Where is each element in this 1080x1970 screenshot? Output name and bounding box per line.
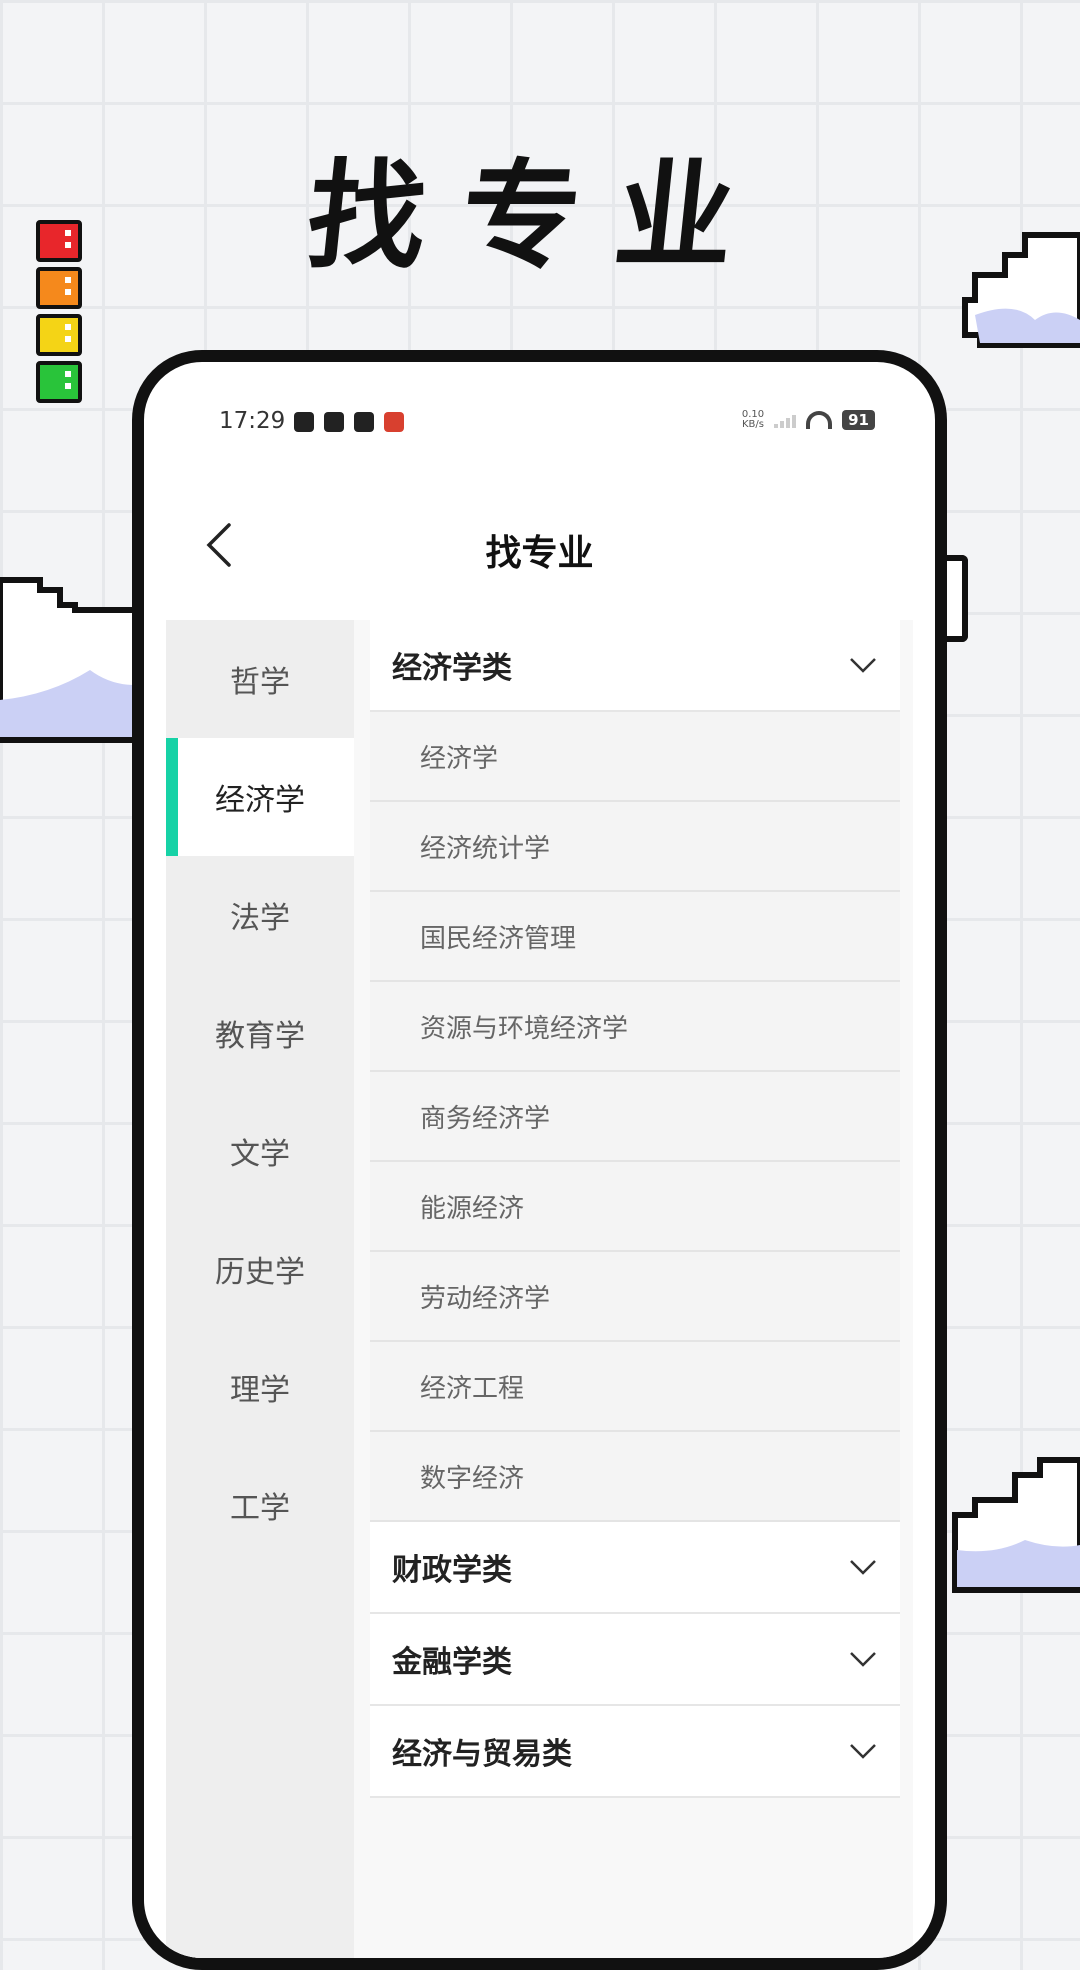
- cloud-icon: [0, 577, 135, 743]
- group-header-banking[interactable]: 金融学类: [370, 1614, 900, 1706]
- hero-title: 找专业: [300, 146, 778, 285]
- red-light-icon: [36, 220, 82, 262]
- category-item-science[interactable]: 理学: [166, 1328, 354, 1446]
- major-list: 经济学类 经济学 经济统计学 国民经济管理 资源与环境经济学 商务经济学 能源经…: [370, 620, 900, 1798]
- net-speed: 0.10 KB/s: [742, 410, 764, 430]
- category-label: 工学: [230, 1491, 290, 1526]
- video-app-icon: [294, 412, 314, 432]
- chevron-down-icon: [850, 658, 876, 673]
- cloud-icon: [952, 1457, 1080, 1593]
- page-title: 找专业: [485, 533, 594, 574]
- traffic-light-decoration: [36, 220, 82, 408]
- category-sidebar: 哲学 经济学 法学 教育学 文学 历史学 理学 工学: [166, 620, 354, 1958]
- group-title: 金融学类: [392, 1645, 512, 1680]
- major-item[interactable]: 数字经济: [370, 1432, 900, 1522]
- category-item-law[interactable]: 法学: [166, 856, 354, 974]
- major-item[interactable]: 经济工程: [370, 1342, 900, 1432]
- content-panel: 哲学 经济学 法学 教育学 文学 历史学 理学 工学 经济学类 经济学 经济统计…: [166, 620, 913, 1958]
- category-item-education[interactable]: 教育学: [166, 974, 354, 1092]
- group-header-trade[interactable]: 经济与贸易类: [370, 1706, 900, 1798]
- category-label: 教育学: [215, 1019, 305, 1054]
- chevron-down-icon: [850, 1560, 876, 1575]
- wifi-icon: [806, 411, 833, 429]
- major-item[interactable]: 商务经济学: [370, 1072, 900, 1162]
- link-app-icon: [354, 412, 374, 432]
- category-item-philosophy[interactable]: 哲学: [166, 620, 354, 738]
- green-light-icon: [36, 361, 82, 403]
- notification-icons: [294, 412, 404, 432]
- category-label: 历史学: [215, 1255, 305, 1290]
- phone-frame: 17:29 0.10 KB/s 91 找专业 哲学 经济学 法学 教育学 文学 …: [132, 350, 947, 1970]
- net-speed-unit: KB/s: [741, 419, 764, 430]
- category-label: 哲学: [230, 665, 290, 700]
- chat-app-icon: [384, 412, 404, 432]
- cloud-icon: [962, 232, 1080, 348]
- category-item-history[interactable]: 历史学: [166, 1210, 354, 1328]
- chevron-down-icon: [850, 1652, 876, 1667]
- category-item-literature[interactable]: 文学: [166, 1092, 354, 1210]
- chevron-down-icon: [850, 1744, 876, 1759]
- group-header-economics[interactable]: 经济学类: [370, 620, 900, 712]
- status-time: 17:29: [219, 408, 286, 434]
- major-item[interactable]: 国民经济管理: [370, 892, 900, 982]
- category-item-economics[interactable]: 经济学: [166, 738, 354, 856]
- category-label: 法学: [230, 901, 290, 936]
- message-app-icon: [324, 412, 344, 432]
- category-label: 经济学: [215, 783, 305, 818]
- group-title: 财政学类: [392, 1553, 512, 1588]
- group-header-finance[interactable]: 财政学类: [370, 1522, 900, 1614]
- battery-icon: 91: [842, 410, 875, 430]
- major-item[interactable]: 劳动经济学: [370, 1252, 900, 1342]
- category-label: 理学: [230, 1373, 290, 1408]
- group-title: 经济与贸易类: [392, 1737, 572, 1772]
- group-title: 经济学类: [392, 651, 512, 686]
- yellow-light-icon: [36, 314, 82, 356]
- nav-bar: 找专业: [144, 512, 935, 592]
- major-item[interactable]: 资源与环境经济学: [370, 982, 900, 1072]
- major-item[interactable]: 能源经济: [370, 1162, 900, 1252]
- category-item-engineering[interactable]: 工学: [166, 1446, 354, 1564]
- status-bar: 17:29 0.10 KB/s 91: [144, 408, 935, 448]
- major-item[interactable]: 经济学: [370, 712, 900, 802]
- status-right: 0.10 KB/s 91: [742, 410, 875, 430]
- signal-icon: [774, 412, 797, 428]
- category-label: 文学: [230, 1137, 290, 1172]
- major-item[interactable]: 经济统计学: [370, 802, 900, 892]
- orange-light-icon: [36, 267, 82, 309]
